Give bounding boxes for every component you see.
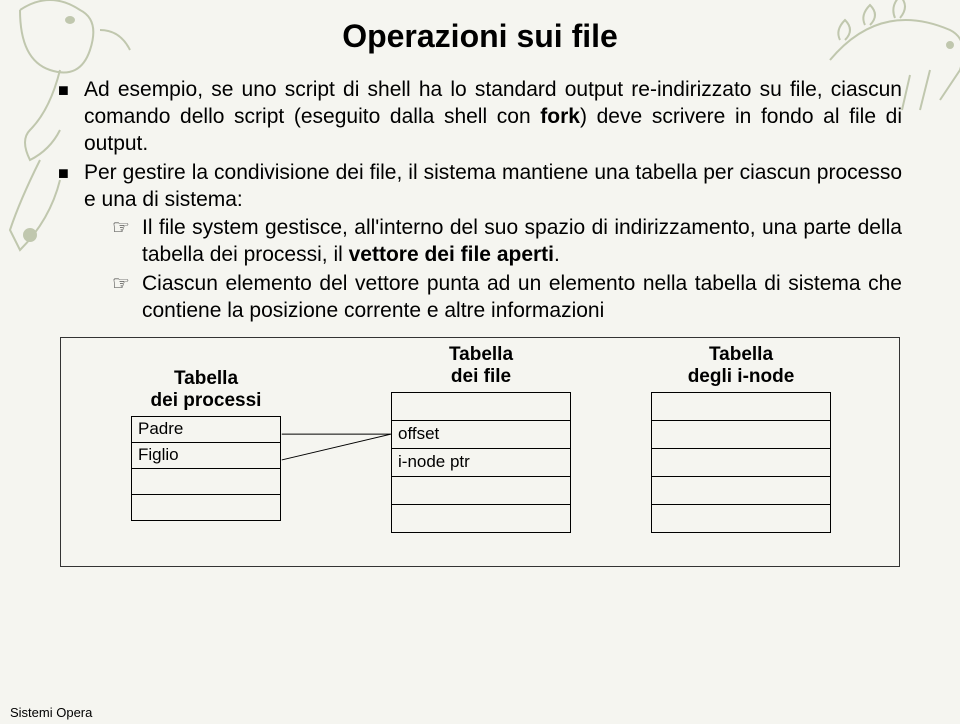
table-row: i-node ptr: [392, 449, 571, 477]
table-row: Figlio: [132, 443, 281, 469]
table-row: [392, 477, 571, 505]
file-table-grid: offset i-node ptr: [391, 392, 571, 533]
table-row: [652, 505, 831, 533]
inode-table-label: Tabelladegli i-node: [651, 344, 831, 388]
sub-bullet-item: ☞ Il file system gestisce, all'interno d…: [112, 215, 902, 269]
sub-bullet-text-bold: vettore dei file aperti: [349, 243, 554, 266]
tables-diagram: Tabelladei processi Padre Figlio Tabella…: [60, 337, 900, 567]
table-row: offset: [392, 421, 571, 449]
table-row: [392, 393, 571, 421]
bullet-item: ■ Per gestire la condivisione dei file, …: [58, 160, 902, 327]
inode-table-block: Tabelladegli i-node: [651, 344, 831, 533]
table-row: [132, 495, 281, 521]
file-table-label: Tabelladei file: [391, 344, 571, 388]
inode-table-grid: [651, 392, 831, 533]
table-row: [652, 421, 831, 449]
bullet-item: ■ Ad esempio, se uno script di shell ha …: [58, 77, 902, 158]
process-table-block: Tabelladei processi Padre Figlio: [131, 368, 281, 521]
table-row: [132, 469, 281, 495]
table-row: [652, 477, 831, 505]
process-table-grid: Padre Figlio: [131, 416, 281, 521]
footer-text: Sistemi Opera: [10, 705, 92, 720]
sub-bullet-item: ☞ Ciascun elemento del vettore punta ad …: [112, 271, 902, 325]
sub-bullet-text: Ciascun elemento del vettore punta ad un…: [142, 272, 902, 322]
table-row: [652, 449, 831, 477]
bullet-text-bold: fork: [540, 105, 580, 128]
slide-title: Operazioni sui file: [58, 18, 902, 55]
file-table-block: Tabelladei file offset i-node ptr: [391, 344, 571, 533]
bullet-marker-hand: ☞: [112, 271, 142, 325]
table-row: [652, 393, 831, 421]
bullet-list: ■ Ad esempio, se uno script di shell ha …: [58, 77, 902, 327]
bullet-marker-square: ■: [58, 77, 84, 158]
process-table-label: Tabelladei processi: [131, 368, 281, 412]
bullet-text: Per gestire la condivisione dei file, il…: [84, 161, 902, 211]
table-row: [392, 505, 571, 533]
sub-bullet-text: .: [554, 243, 560, 266]
table-row: Padre: [132, 417, 281, 443]
bullet-marker-hand: ☞: [112, 215, 142, 269]
bullet-marker-square: ■: [58, 160, 84, 327]
